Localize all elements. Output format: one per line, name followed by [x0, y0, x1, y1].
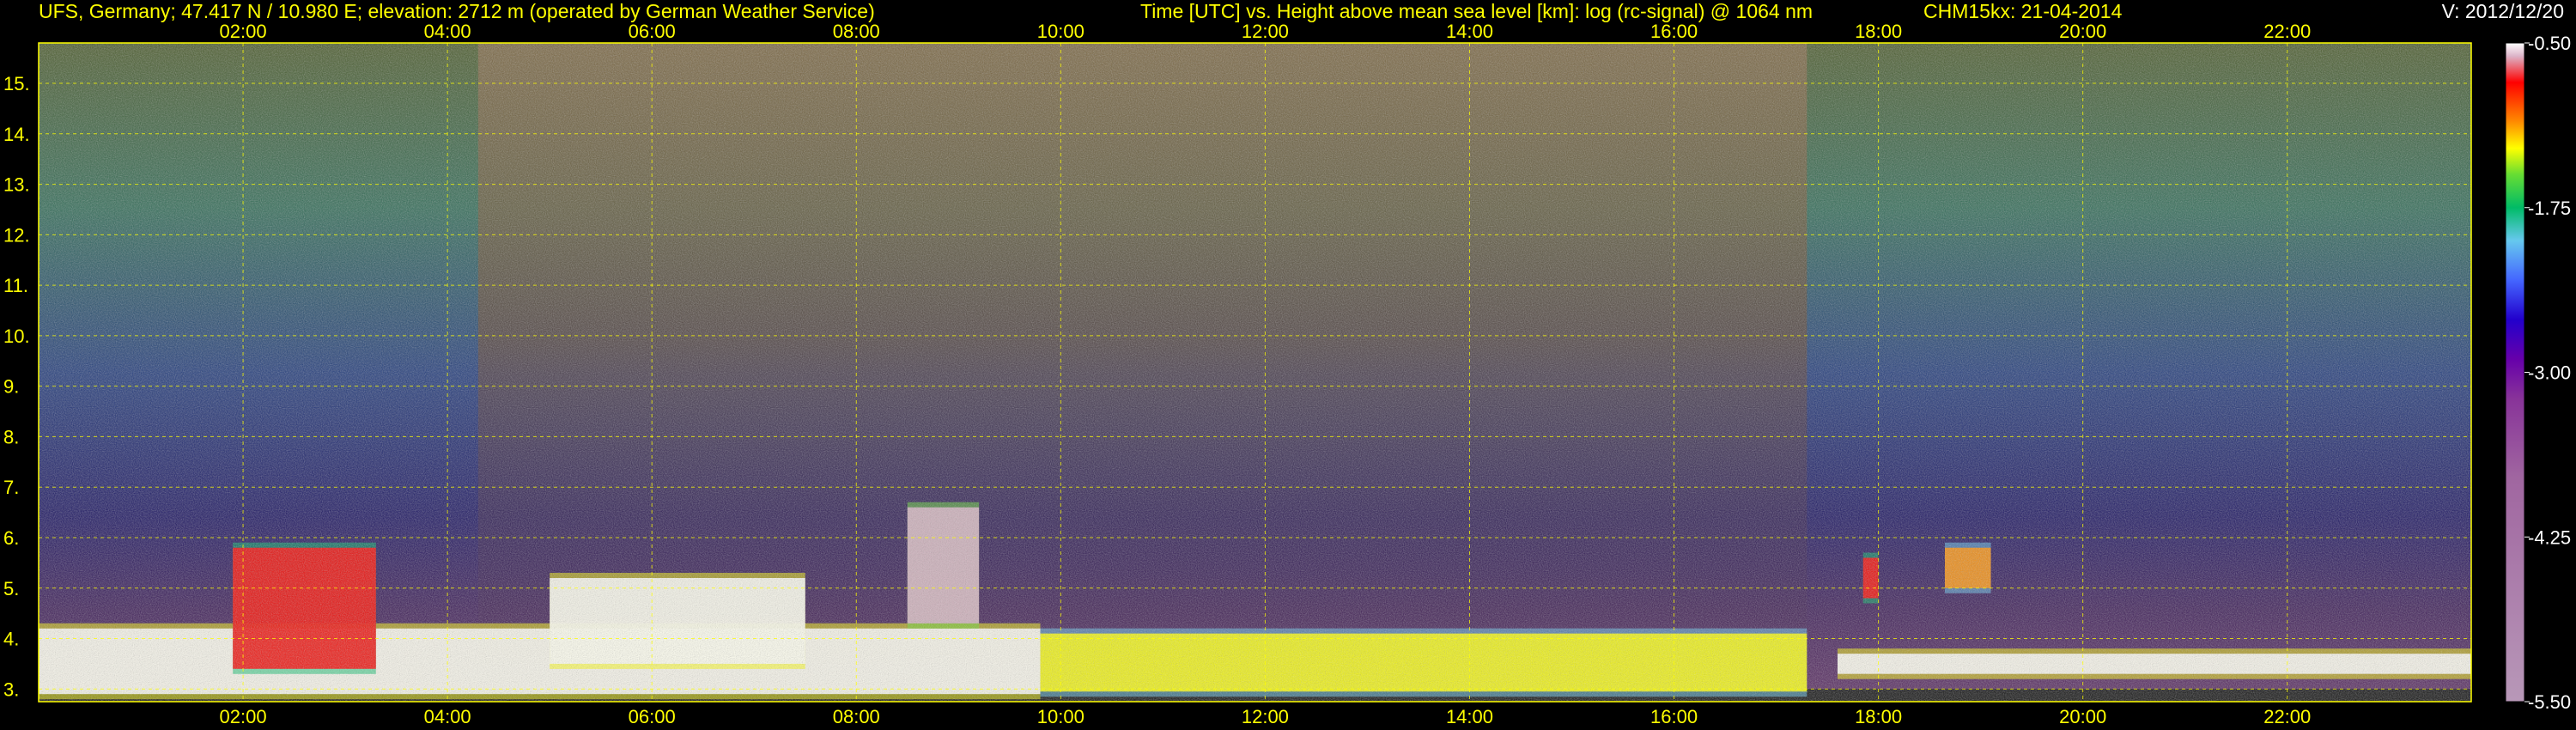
- x-tick-label-bottom: 06:00: [629, 706, 676, 727]
- y-tick-label: 10.: [3, 325, 30, 347]
- x-tick-label-bottom: 10:00: [1037, 706, 1084, 727]
- x-tick-label-top: 02:00: [220, 21, 267, 42]
- y-axis: 3. 4. 5. 6. 7. 8. 9. 10. 11. 12. 13. 14. 15.: [3, 73, 30, 700]
- y-tick-label: 8.: [3, 426, 19, 447]
- colorbar-tick-label: -0.50: [2528, 33, 2571, 54]
- colorbar-tick-label: -4.25: [2528, 526, 2571, 548]
- x-axis-bottom: 02:00 04:00 06:00 08:00 10:00 12:00 14:00 16:00…: [220, 706, 2312, 727]
- x-tick-label-top: 08:00: [833, 21, 880, 42]
- x-tick-label-bottom: 22:00: [2263, 706, 2311, 727]
- y-tick-label: 4.: [3, 629, 19, 650]
- colorbar-tick-label: -3.00: [2528, 362, 2571, 384]
- x-tick-label-top: 22:00: [2263, 21, 2311, 42]
- x-tick-label-top: 18:00: [1855, 21, 1902, 42]
- y-tick-label: 5.: [3, 578, 19, 599]
- x-tick-label-bottom: 14:00: [1446, 706, 1493, 727]
- x-tick-label-bottom: 12:00: [1242, 706, 1289, 727]
- y-tick-label: 3.: [3, 678, 19, 700]
- x-tick-label-top: 20:00: [2059, 21, 2106, 42]
- x-tick-label-top: 12:00: [1242, 21, 1289, 42]
- y-tick-label: 6.: [3, 527, 19, 549]
- y-tick-label: 15.: [3, 73, 30, 94]
- signal-noise-texture: [39, 43, 2471, 702]
- x-tick-label-bottom: 02:00: [220, 706, 267, 727]
- x-axis-top: 02:00 04:00 06:00 08:00 10:00 12:00 14:00 16:00…: [220, 21, 2312, 42]
- y-tick-label: 14.: [3, 124, 30, 145]
- colorbar-scale: [2505, 42, 2525, 703]
- x-tick-label-bottom: 16:00: [1650, 706, 1698, 727]
- x-tick-label-top: 04:00: [424, 21, 471, 42]
- colorbar-tick-label: -5.50: [2528, 691, 2571, 713]
- x-tick-label-bottom: 04:00: [424, 706, 471, 727]
- y-tick-label: 13.: [3, 174, 30, 196]
- ceilometer-chart: 02:00 04:00 06:00 08:00 10:00 12:00 14:00 16:00…: [3, 21, 2571, 727]
- x-tick-label-top: 10:00: [1037, 21, 1084, 42]
- colorbar-tick-label: -1.75: [2528, 198, 2571, 219]
- x-tick-label-top: 06:00: [629, 21, 676, 42]
- x-tick-label-bottom: 20:00: [2059, 706, 2106, 727]
- x-tick-label-top: 14:00: [1446, 21, 1493, 42]
- x-tick-label-top: 16:00: [1650, 21, 1698, 42]
- y-tick-label: 12.: [3, 224, 30, 246]
- x-tick-label-bottom: 08:00: [833, 706, 880, 727]
- y-tick-label: 11.: [3, 275, 28, 296]
- y-tick-label: 9.: [3, 376, 19, 398]
- colorbar: -0.50 -1.75 -3.00 -4.25 -5.50: [2505, 33, 2571, 713]
- y-tick-label: 7.: [3, 477, 19, 498]
- x-tick-label-bottom: 18:00: [1855, 706, 1902, 727]
